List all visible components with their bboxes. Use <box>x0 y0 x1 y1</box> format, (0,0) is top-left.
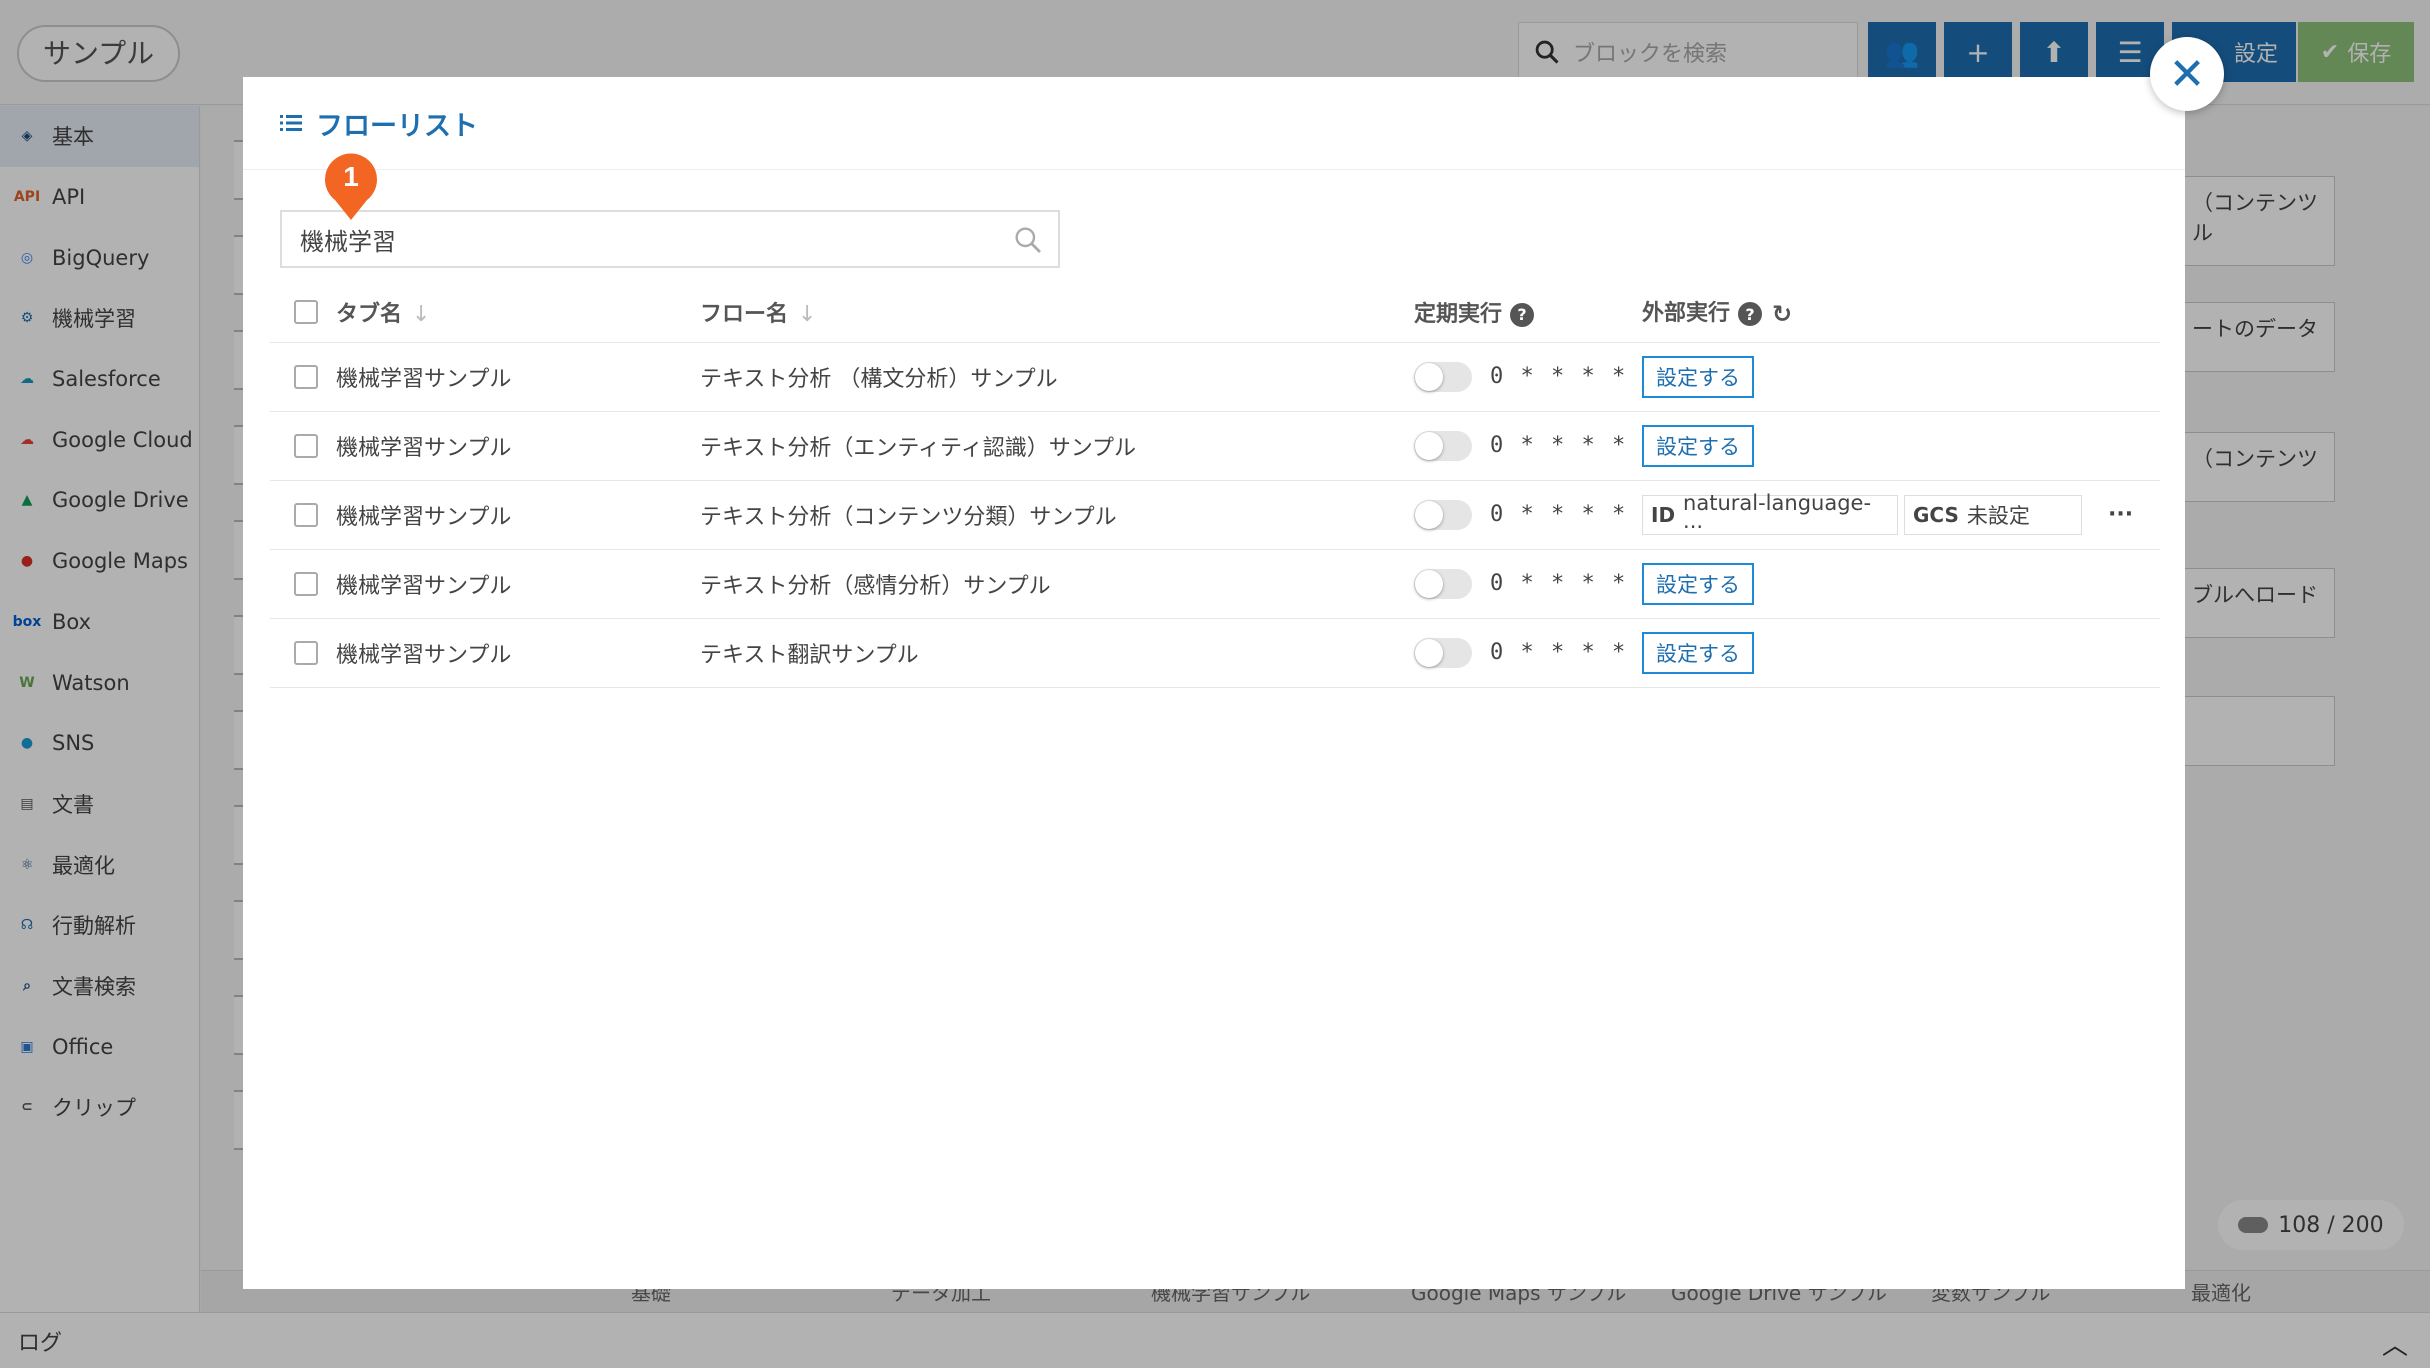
external-column-header: 外部実行? ↻ <box>1642 282 2160 342</box>
flow-name-cell: テキスト分析（エンティティ認識）サンプル <box>700 411 1414 480</box>
sort-arrow-icon[interactable]: ↓ <box>798 302 816 327</box>
schedule-cell: 0 * * * * <box>1414 342 1642 411</box>
sort-arrow-icon[interactable]: ↓ <box>412 302 430 327</box>
cron-expression: 0 * * * * <box>1490 433 1627 458</box>
gcs-field[interactable]: GCS 未設定 <box>1904 495 2082 535</box>
scheduled-column-header: 定期実行? <box>1414 282 1642 342</box>
external-id-field[interactable]: IDnatural-language-··· <box>1642 495 1898 535</box>
more-options-icon[interactable]: ··· <box>2108 502 2133 527</box>
external-header-label: 外部実行 <box>1642 301 1730 326</box>
schedule-cell: 0 * * * * <box>1414 549 1642 618</box>
tab-name-column-header[interactable]: タブ名 ↓ <box>336 282 700 342</box>
external-setup-button[interactable]: 設定する <box>1642 425 1754 467</box>
help-icon[interactable]: ? <box>1738 302 1762 326</box>
search-icon[interactable] <box>1012 224 1044 256</box>
tab-name-cell: 機械学習サンプル <box>336 411 700 480</box>
flow-name-column-header[interactable]: フロー名 ↓ <box>700 282 1414 342</box>
row-checkbox[interactable] <box>294 434 318 458</box>
tab-name-cell: 機械学習サンプル <box>336 618 700 687</box>
row-checkbox[interactable] <box>294 641 318 665</box>
step-marker: 1 <box>321 150 381 222</box>
cron-expression: 0 * * * * <box>1490 364 1627 389</box>
external-cell: 設定する <box>1642 411 2160 480</box>
external-setup-button[interactable]: 設定する <box>1642 356 1754 398</box>
schedule-cell: 0 * * * * <box>1414 411 1642 480</box>
table-header-row: タブ名 ↓ フロー名 ↓ 定期実行? 外部実行? ↻ <box>270 282 2160 342</box>
flow-list-modal: フローリスト タブ名↓ フロー名↓ 定期実行? 外部実行?↻ 機械学習サンプルテ… <box>243 77 2185 1289</box>
schedule-toggle[interactable] <box>1414 362 1472 392</box>
step-marker-number: 1 <box>343 161 359 192</box>
gcs-label: GCS <box>1913 503 1959 527</box>
scheduled-header-label: 定期実行 <box>1414 302 1502 327</box>
external-cell: IDnatural-language-···GCS未設定··· <box>1642 480 2160 549</box>
cron-expression: 0 * * * * <box>1490 571 1627 596</box>
external-id-label: ID <box>1651 503 1675 527</box>
flow-name-cell: テキスト翻訳サンプル <box>700 618 1414 687</box>
schedule-cell: 0 * * * * <box>1414 618 1642 687</box>
refresh-icon[interactable]: ↻ <box>1772 300 1792 328</box>
schedule-toggle[interactable] <box>1414 569 1472 599</box>
modal-title: フローリスト <box>316 104 478 143</box>
help-icon[interactable]: ? <box>1510 303 1534 327</box>
flow-row[interactable]: 機械学習サンプルテキスト分析（コンテンツ分類）サンプル0 * * * *IDna… <box>270 480 2160 549</box>
schedule-toggle[interactable] <box>1414 638 1472 668</box>
close-icon: ✕ <box>2169 49 2206 100</box>
row-checkbox[interactable] <box>294 365 318 389</box>
flow-name-header-label: フロー名 <box>700 302 788 327</box>
external-cell: 設定する <box>1642 618 2160 687</box>
select-all-checkbox[interactable] <box>294 300 318 324</box>
flow-name-cell: テキスト分析（感情分析）サンプル <box>700 549 1414 618</box>
external-cell: 設定する <box>1642 549 2160 618</box>
external-setup-button[interactable]: 設定する <box>1642 563 1754 605</box>
external-id-value: natural-language-··· <box>1683 491 1889 539</box>
tab-name-cell: 機械学習サンプル <box>336 342 700 411</box>
schedule-toggle[interactable] <box>1414 431 1472 461</box>
external-cell: 設定する <box>1642 342 2160 411</box>
schedule-cell: 0 * * * * <box>1414 480 1642 549</box>
flow-table: タブ名↓ フロー名↓ 定期実行? 外部実行?↻ 機械学習サンプルテキスト分析 （… <box>270 282 2160 688</box>
cron-expression: 0 * * * * <box>1490 640 1627 665</box>
tab-name-header-label: タブ名 <box>336 302 402 327</box>
gcs-value: 未設定 <box>1967 500 2030 530</box>
flow-row[interactable]: 機械学習サンプルテキスト分析（エンティティ認識）サンプル 0 * * * * 設定す… <box>270 411 2160 480</box>
tab-name-cell: 機械学習サンプル <box>336 549 700 618</box>
flow-row[interactable]: 機械学習サンプルテキスト分析（感情分析）サンプル 0 * * * * 設定する <box>270 549 2160 618</box>
list-icon <box>280 114 302 132</box>
external-setup-button[interactable]: 設定する <box>1642 632 1754 674</box>
schedule-toggle[interactable] <box>1414 500 1472 530</box>
flow-row[interactable]: 機械学習サンプルテキスト分析 （構文分析）サンプル 0 * * * * 設定する <box>270 342 2160 411</box>
flow-search-input[interactable] <box>300 225 980 253</box>
close-button[interactable]: ✕ <box>2150 37 2224 111</box>
modal-header: フローリスト <box>243 77 2185 170</box>
flow-name-cell: テキスト分析（コンテンツ分類）サンプル <box>700 480 1414 549</box>
flow-name-cell: テキスト分析 （構文分析）サンプル <box>700 342 1414 411</box>
tab-name-cell: 機械学習サンプル <box>336 480 700 549</box>
flow-row[interactable]: 機械学習サンプルテキスト翻訳サンプル 0 * * * * 設定する <box>270 618 2160 687</box>
cron-expression: 0 * * * * <box>1490 502 1627 527</box>
row-checkbox[interactable] <box>294 503 318 527</box>
row-checkbox[interactable] <box>294 572 318 596</box>
flow-search-field[interactable] <box>280 210 1060 268</box>
